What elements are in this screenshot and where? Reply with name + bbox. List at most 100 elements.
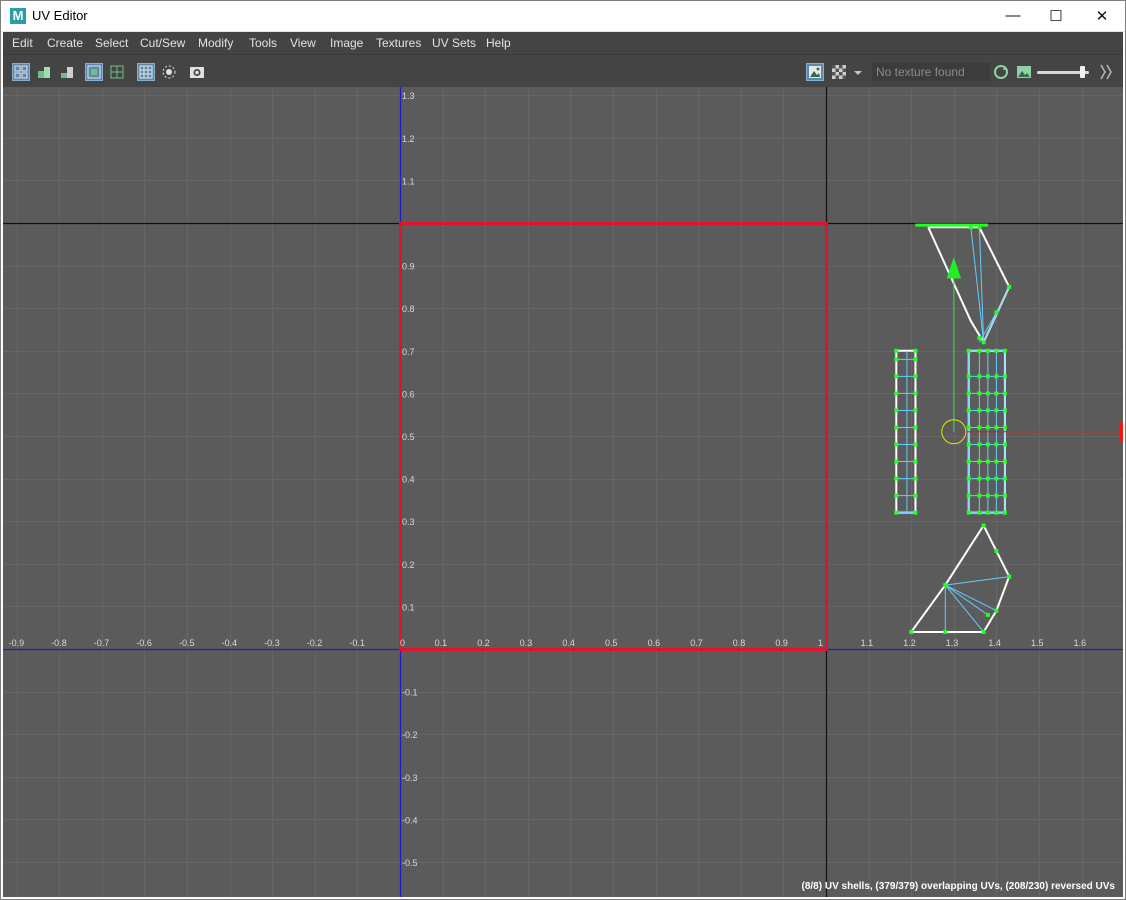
uv-point (894, 459, 899, 464)
x-tick-label: -0.5 (179, 638, 195, 648)
uv-point (1002, 510, 1007, 515)
uv-point (1002, 425, 1007, 430)
maya-app-icon: M (10, 8, 26, 24)
uv-point (1002, 348, 1007, 353)
y-tick-label: 1.3 (402, 91, 415, 101)
y-tick-label: 1.2 (402, 134, 415, 144)
grid-icon[interactable] (137, 63, 155, 81)
uv-point (913, 348, 918, 353)
uv-shell-icon[interactable] (35, 63, 53, 81)
x-tick-label: -0.6 (136, 638, 152, 648)
uv-point (977, 391, 982, 396)
maximize-button[interactable]: ☐ (1033, 0, 1079, 31)
uv-viewport[interactable]: -0.9 -0.8 -0.7 -0.6 -0.5 -0.4 -0.3 -0.2 -0.1 0 0.1… (3, 87, 1123, 897)
x-tick-label: 1.5 (1031, 638, 1044, 648)
edge-display-icon[interactable] (108, 63, 126, 81)
uv-point (894, 374, 899, 379)
x-tick-label: 1.4 (988, 638, 1001, 648)
menu-create[interactable]: Create (47, 36, 83, 50)
uv-point (913, 493, 918, 498)
uv-point (943, 629, 948, 634)
uv-layout-icon[interactable] (58, 63, 76, 81)
texture-field: No texture found (872, 63, 990, 81)
uv-point (985, 493, 990, 498)
uv-point (894, 442, 899, 447)
x-tick-label: -0.9 (9, 638, 25, 648)
x-tick-label: 0.6 (648, 638, 661, 648)
uv-point (913, 425, 918, 430)
uv-toolkit-icon[interactable] (12, 63, 30, 81)
menu-select[interactable]: Select (95, 36, 128, 50)
image-display-icon[interactable] (806, 63, 824, 81)
x-tick-label: 0.8 (733, 638, 746, 648)
x-tick-label: 0 (400, 638, 405, 648)
uv-point (966, 408, 971, 413)
uv-point (977, 425, 982, 430)
checker-icon[interactable] (830, 63, 848, 81)
uv-point (985, 442, 990, 447)
image-ratio-icon[interactable] (1015, 63, 1033, 81)
x-tick-label: -0.4 (222, 638, 238, 648)
uv-point (1002, 374, 1007, 379)
uv-point (985, 510, 990, 515)
y-tick-label: 0.4 (402, 475, 415, 485)
menu-uv-sets[interactable]: UV Sets (432, 36, 476, 50)
menu-view[interactable]: View (290, 36, 316, 50)
menu-textures[interactable]: Textures (376, 36, 421, 50)
uv-point (977, 493, 982, 498)
uv-point (1002, 442, 1007, 447)
y-tick-label: -0.4 (402, 815, 418, 825)
uv-point (894, 408, 899, 413)
menu-modify[interactable]: Modify (198, 36, 233, 50)
uv-point (994, 425, 999, 430)
close-button[interactable]: ✕ (1079, 0, 1125, 31)
uv-point (894, 476, 899, 481)
uv-point (966, 510, 971, 515)
uv-point (913, 459, 918, 464)
uv-point (994, 476, 999, 481)
menu-tools[interactable]: Tools (249, 36, 277, 50)
uv-point (994, 442, 999, 447)
x-tick-label: 0.4 (562, 638, 575, 648)
uv-point (913, 510, 918, 515)
y-tick-label: 0.3 (402, 517, 415, 527)
uv-point (985, 408, 990, 413)
uv-point (977, 374, 982, 379)
menu-cut-sew[interactable]: Cut/Sew (140, 36, 185, 50)
uv-point (966, 425, 971, 430)
uv-point (985, 348, 990, 353)
menu-image[interactable]: Image (330, 36, 363, 50)
uv-point (913, 391, 918, 396)
snapshot-icon[interactable] (188, 63, 206, 81)
uv-point (994, 493, 999, 498)
window-title: UV Editor (32, 8, 88, 23)
uv-canvas[interactable]: -0.9 -0.8 -0.7 -0.6 -0.5 -0.4 -0.3 -0.2 -0.1 0 0.1… (3, 87, 1123, 897)
menu-help[interactable]: Help (486, 36, 511, 50)
texture-borders-icon[interactable] (85, 63, 103, 81)
y-tick-label: 0.6 (402, 389, 415, 399)
uv-point (894, 510, 899, 515)
move-x-arrow (1119, 421, 1123, 442)
uv-point (985, 374, 990, 379)
sync-icon[interactable] (992, 63, 1010, 81)
minimize-button[interactable]: — (990, 0, 1036, 31)
uv-point (981, 629, 986, 634)
x-tick-label: -0.1 (349, 638, 365, 648)
menu-edit[interactable]: Edit (12, 36, 33, 50)
y-tick-label: 1.1 (402, 176, 415, 186)
exposure-slider[interactable] (1037, 63, 1091, 81)
isolate-icon[interactable] (160, 63, 178, 81)
x-tick-label: -0.2 (307, 638, 323, 648)
uv-point (981, 523, 986, 528)
toolbar: No texture found (3, 54, 1123, 88)
dropdown-arrow-icon[interactable] (852, 63, 864, 81)
uv-point (981, 340, 986, 345)
collapse-icon[interactable] (1098, 63, 1114, 81)
x-tick-label: 0.7 (690, 638, 703, 648)
x-tick-label: 1.6 (1074, 638, 1087, 648)
x-tick-label: 1.1 (861, 638, 874, 648)
menu-bar: Edit Create Select Cut/Sew Modify Tools … (3, 32, 1123, 54)
y-tick-label: -0.3 (402, 773, 418, 783)
uv-point (994, 459, 999, 464)
uv-point (894, 391, 899, 396)
